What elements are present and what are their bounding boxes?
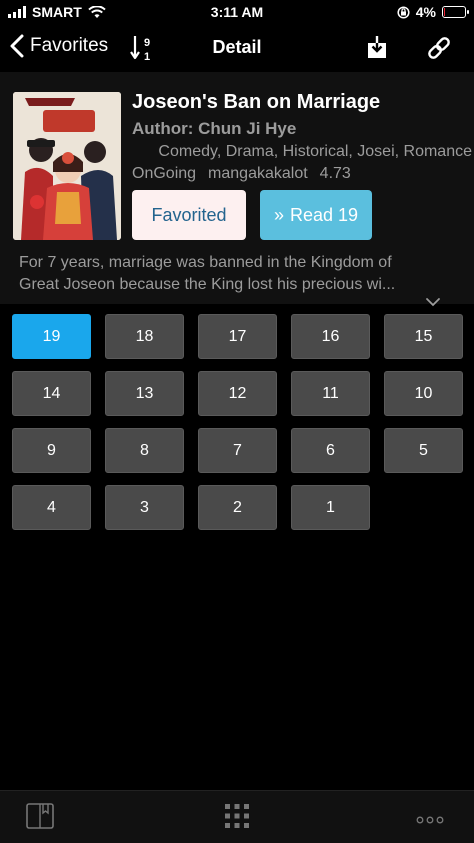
cover-image[interactable] <box>13 92 121 240</box>
favorited-button[interactable]: Favorited <box>132 190 246 240</box>
chapter-button[interactable]: 5 <box>384 428 463 473</box>
chapter-button[interactable]: 17 <box>198 314 277 359</box>
sort-order-button[interactable]: 9 1 <box>130 34 154 67</box>
download-icon <box>368 36 386 58</box>
navigation-bar: Favorites 9 1 Detail <box>0 24 474 72</box>
grid-view-button[interactable] <box>225 804 249 833</box>
chapter-button[interactable]: 1 <box>291 485 370 530</box>
favorited-label: Favorited <box>151 204 227 225</box>
more-dots-icon <box>416 816 444 824</box>
bottom-toolbar <box>0 790 474 843</box>
sort-bottom-digit: 1 <box>144 51 150 62</box>
chapter-button[interactable]: 9 <box>12 428 91 473</box>
book-icon <box>26 803 54 829</box>
sort-descending-icon: 9 1 <box>130 36 150 63</box>
chapter-button[interactable]: 10 <box>384 371 463 416</box>
cover-art-icon <box>13 92 121 240</box>
chapter-button[interactable]: 18 <box>105 314 184 359</box>
genres-text: Comedy, Drama, Historical, Josei, Romanc… <box>158 143 472 160</box>
library-button[interactable] <box>26 803 54 834</box>
back-label: Favorites <box>30 35 109 56</box>
orientation-lock-icon <box>397 5 410 19</box>
battery-percent: 4% <box>415 4 436 20</box>
read-chapter-button[interactable]: » Read 19 <box>260 190 372 240</box>
battery-icon <box>442 6 469 18</box>
link-icon <box>428 37 450 59</box>
manga-title: Joseon's Ban on Marriage <box>132 91 381 113</box>
manga-meta: OnGoing mangakakalot 4.73 <box>132 165 363 183</box>
chapter-button[interactable]: 16 <box>291 314 370 359</box>
chapter-button[interactable]: 19 <box>12 314 91 359</box>
chapter-button[interactable]: 8 <box>105 428 184 473</box>
more-button[interactable] <box>416 811 444 829</box>
sort-top-digit: 9 <box>144 37 150 49</box>
chapter-button[interactable]: 4 <box>12 485 91 530</box>
manga-genres: Comedy, Drama, Historical, Josei, Romanc… <box>132 143 472 161</box>
share-link-button[interactable] <box>426 35 452 66</box>
chapter-button[interactable]: 7 <box>198 428 277 473</box>
read-label: Read 19 <box>289 204 359 225</box>
expand-description-button[interactable] <box>425 294 441 312</box>
chapter-button[interactable]: 15 <box>384 314 463 359</box>
chapter-button[interactable]: 12 <box>198 371 277 416</box>
chevron-down-icon <box>426 298 440 307</box>
double-chevron-right-icon: » <box>273 204 284 225</box>
manga-author[interactable]: Author: Chun Ji Hye <box>132 119 296 139</box>
chapter-button[interactable]: 14 <box>12 371 91 416</box>
description-line-1: For 7 years, marriage was banned in the … <box>19 254 392 271</box>
grid-icon <box>225 804 249 828</box>
publication-status: OnGoing <box>132 165 197 182</box>
status-bar: SMART 3:11 AM 4% <box>0 0 474 24</box>
chapter-button[interactable]: 3 <box>105 485 184 530</box>
manga-rating: 4.73 <box>319 165 351 182</box>
download-button[interactable] <box>366 35 388 64</box>
manga-source: mangakakalot <box>208 165 308 182</box>
manga-description[interactable]: For 7 years, marriage was banned in the … <box>19 252 455 296</box>
chapter-button[interactable]: 13 <box>105 371 184 416</box>
chevron-left-icon <box>10 34 24 58</box>
back-button[interactable]: Favorites <box>10 34 108 58</box>
description-line-2: Great Joseon because the King lost his p… <box>19 276 396 293</box>
chapter-button[interactable]: 6 <box>291 428 370 473</box>
chapter-button[interactable]: 2 <box>198 485 277 530</box>
chapter-button[interactable]: 11 <box>291 371 370 416</box>
